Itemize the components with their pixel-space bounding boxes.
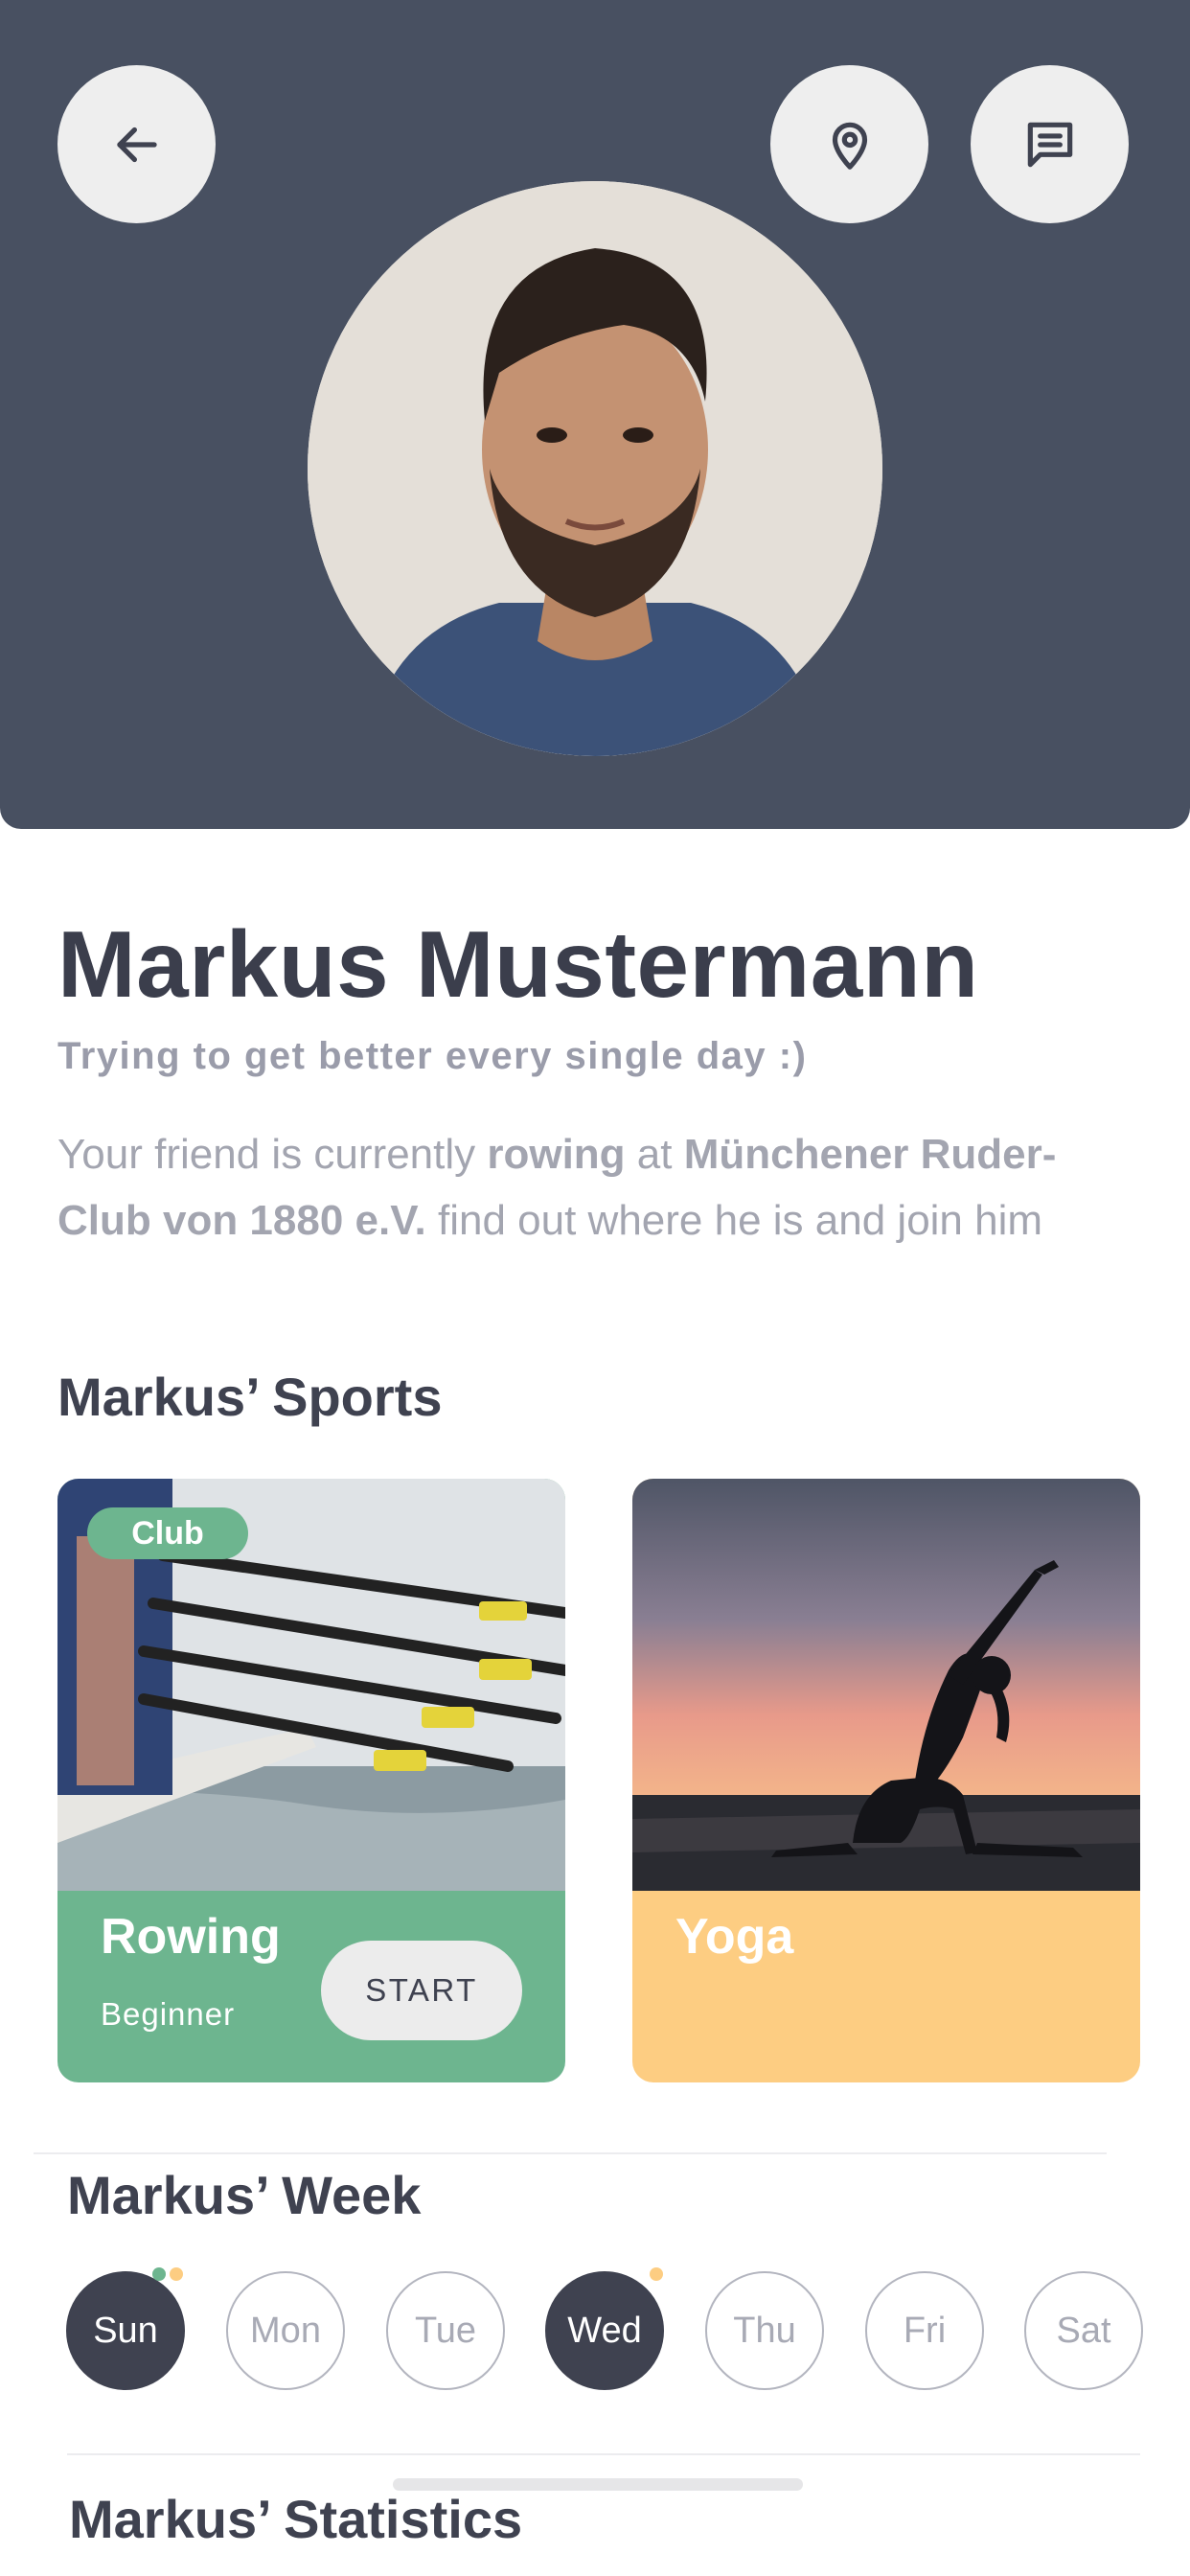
status-mid: at	[625, 1131, 684, 1178]
day-thu[interactable]: Thu	[705, 2271, 824, 2390]
day-sat[interactable]: Sat	[1024, 2271, 1143, 2390]
sun-orange-activity-dot	[170, 2267, 183, 2281]
rowing-title: Rowing	[101, 1909, 281, 1965]
wed-orange-activity-dot	[650, 2267, 663, 2281]
sports-section-title: Markus’ Sports	[57, 1367, 443, 1427]
profile-header	[0, 0, 1190, 829]
yoga-image	[632, 1479, 1140, 1891]
back-button[interactable]	[57, 65, 216, 223]
sport-card-rowing[interactable]: Club Rowing Beginner START	[57, 1479, 565, 2082]
section-divider	[34, 2152, 1107, 2154]
status-suffix: find out where he is and join him	[425, 1197, 1043, 1244]
chat-message-icon	[1027, 122, 1072, 167]
rowing-image: Club	[57, 1479, 565, 1891]
status-prefix: Your friend is currently	[57, 1131, 488, 1178]
sun-green-activity-dot	[152, 2267, 166, 2281]
home-indicator[interactable]	[393, 2478, 803, 2491]
status-activity: rowing	[487, 1131, 626, 1178]
map-pin-icon	[832, 122, 867, 170]
yoga-title: Yoga	[675, 1909, 794, 1965]
statistics-section-title: Markus’ Statistics	[69, 2489, 523, 2549]
profile-tagline: Trying to get better every single day :)	[57, 1035, 808, 1077]
day-mon[interactable]: Mon	[226, 2271, 345, 2390]
sport-card-yoga[interactable]: Yoga	[632, 1479, 1140, 2082]
day-sun[interactable]: Sun	[66, 2271, 185, 2390]
avatar-portrait-image	[308, 181, 882, 756]
section-divider	[67, 2453, 1140, 2455]
start-rowing-button[interactable]: START	[321, 1941, 522, 2040]
rowing-level: Beginner	[101, 1996, 236, 2032]
profile-avatar[interactable]	[308, 181, 882, 756]
week-section-title: Markus’ Week	[67, 2165, 422, 2225]
day-wed[interactable]: Wed	[545, 2271, 664, 2390]
chat-button[interactable]	[971, 65, 1129, 223]
location-button[interactable]	[770, 65, 928, 223]
day-fri[interactable]: Fri	[865, 2271, 984, 2390]
activity-status-text: Your friend is currently rowing at Münch…	[57, 1121, 1131, 1254]
profile-name: Markus Mustermann	[57, 911, 979, 1017]
arrow-left-icon	[116, 126, 157, 162]
day-tue[interactable]: Tue	[386, 2271, 505, 2390]
club-badge: Club	[87, 1507, 248, 1559]
